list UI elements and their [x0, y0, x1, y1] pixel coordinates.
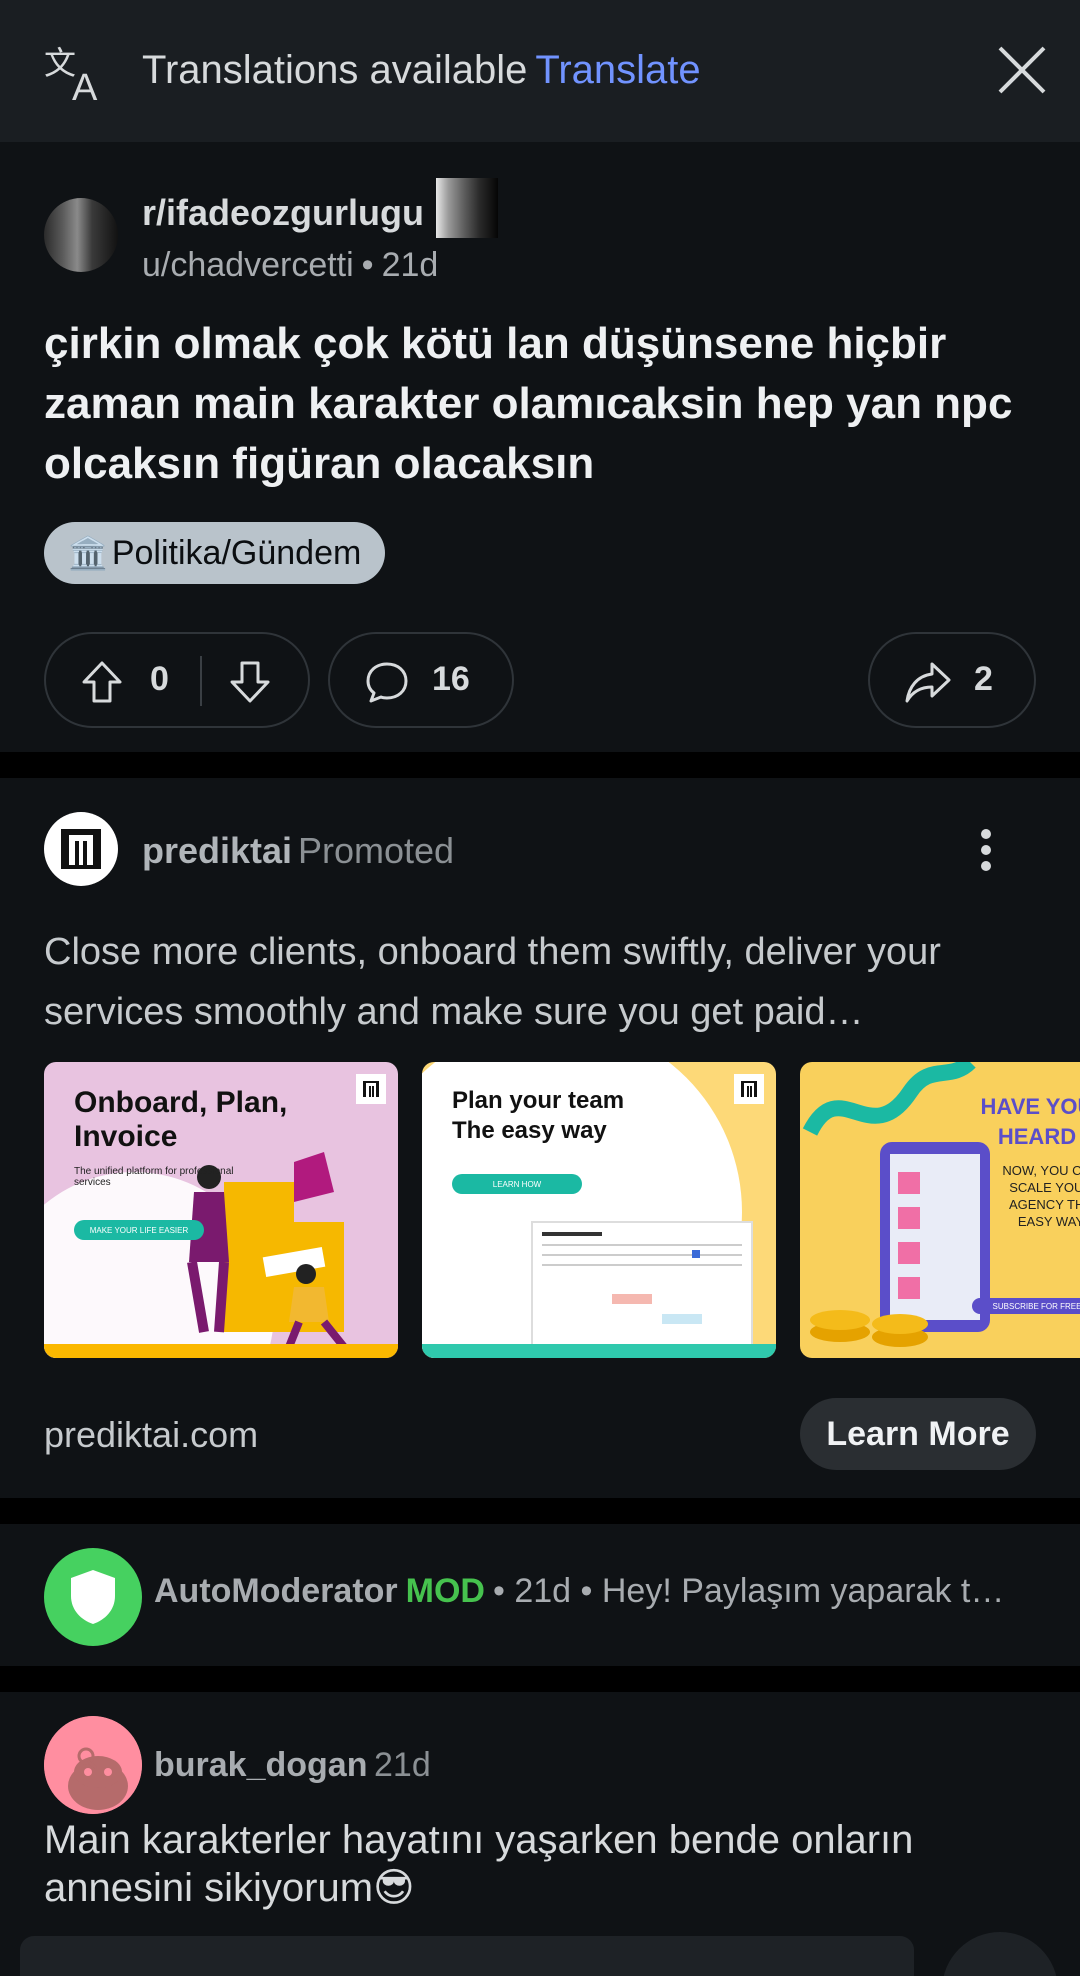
comments-button[interactable]: 16 [328, 632, 514, 728]
post-flair-label: Politika/Gündem [111, 533, 362, 572]
automod-snippet: Hey! Paylaşım yaparak t… [601, 1572, 1005, 1610]
subreddit-avatar[interactable] [44, 198, 118, 272]
share-arrow-icon [905, 662, 951, 703]
subreddit-name[interactable]: r/ifadeozgurlugu [142, 192, 424, 234]
feed-divider [0, 1498, 1080, 1524]
comment-body[interactable]: Main karakterler hayatını yaşarken bende… [44, 1816, 1044, 1912]
advertiser-name[interactable]: prediktai [142, 830, 292, 872]
snoo-avatar-icon [44, 1716, 142, 1814]
automod-age: 21d [514, 1572, 572, 1610]
card-stripe [422, 1344, 776, 1358]
comment-age: 21d [374, 1746, 431, 1784]
card-logo-badge [356, 1074, 386, 1104]
card-cta-button: MAKE YOUR LIFE EASIER [74, 1220, 204, 1240]
card-title: Plan your team The easy way [452, 1087, 625, 1144]
card-stripe [44, 1344, 398, 1358]
card-title: Onboard, Plan, Invoice [74, 1086, 288, 1153]
upvote-icon[interactable] [80, 660, 124, 704]
automod-comment[interactable]: AutoModerator MOD • 21d • Hey! Paylaşım ya… [0, 1524, 1080, 1666]
vote-pill: 0 [44, 632, 310, 728]
comment-card[interactable]: burak_dogan 21d Main karakterler hayatın… [0, 1692, 1080, 1976]
ad-carousel-card[interactable]: HAVE YOU HEARD NOW, YOU CAN SCALE YOUR A… [800, 1062, 1080, 1358]
card-cta-button: LEARN HOW [452, 1174, 582, 1194]
card-subtitle: NOW, YOU CAN SCALE YOUR AGENCY THE EASY … [1002, 1163, 1080, 1229]
shield-icon [71, 1570, 115, 1624]
promoted-ad-card[interactable]: prediktai Promoted Close more clients, o… [0, 778, 1080, 1498]
translation-label: Translations available [142, 48, 528, 92]
automod-username[interactable]: AutoModerator [154, 1572, 398, 1610]
post-card[interactable]: r/ifadeozgurlugu u/chadvercetti • 21d çirk… [0, 142, 1080, 752]
reply-input[interactable] [20, 1936, 914, 1976]
svg-text:A: A [72, 67, 98, 102]
mod-badge: MOD [405, 1572, 485, 1610]
share-button[interactable]: 2 [868, 632, 1036, 728]
card-title: HAVE YOU HEARD [980, 1094, 1080, 1149]
floating-action-button[interactable] [942, 1932, 1058, 1976]
promoted-label: Promoted [298, 830, 455, 871]
classical-building-icon: 🏛️ [68, 535, 108, 571]
vote-divider [200, 656, 202, 706]
post-byline: u/chadvercetti • 21d [142, 246, 438, 285]
translation-banner: 文 A Translations available Translate [0, 0, 1080, 142]
post-flair[interactable]: 🏛️ Politika/Gündem [44, 522, 386, 584]
automod-summary: AutoModerator MOD • 21d • Hey! Paylaşım ya… [154, 1572, 1044, 1611]
ad-image-carousel[interactable]: Onboard, Plan, Invoice The unified platf… [44, 1062, 1080, 1358]
post-author[interactable]: u/chadvercetti [142, 246, 354, 284]
ad-carousel-card[interactable]: Onboard, Plan, Invoice The unified platf… [44, 1062, 398, 1358]
card-subtitle: The unified platform for professional se… [74, 1166, 234, 1188]
automod-avatar[interactable] [44, 1548, 142, 1646]
comment-bubble-icon [366, 662, 408, 703]
separator-dot: • [571, 1572, 602, 1610]
more-options-icon[interactable] [978, 828, 994, 872]
feed-divider [0, 752, 1080, 778]
card-cta-button: SUBSCRIBE FOR FREE [992, 1301, 1080, 1311]
learn-more-button[interactable]: Learn More [800, 1398, 1036, 1470]
card-logo-badge [734, 1074, 764, 1104]
downvote-icon[interactable] [228, 660, 272, 704]
separator-dot: • [361, 246, 374, 284]
comment-count: 16 [432, 660, 470, 698]
ad-domain[interactable]: prediktai.com [44, 1414, 258, 1456]
ad-carousel-card[interactable]: Plan your team The easy way LEARN HOW [422, 1062, 776, 1358]
post-title[interactable]: çirkin olmak çok kötü lan düşünsene hiçb… [44, 314, 1044, 494]
user-avatar[interactable] [44, 1716, 142, 1814]
translate-icon: 文 A [44, 44, 98, 102]
comment-username[interactable]: burak_dogan [154, 1746, 367, 1785]
subreddit-flair-image [436, 178, 498, 238]
vote-count: 0 [150, 660, 169, 698]
ad-body-text[interactable]: Close more clients, onboard them swiftly… [44, 922, 1044, 1044]
feed-divider [0, 1666, 1080, 1692]
share-count: 2 [974, 660, 993, 698]
advertiser-logo[interactable] [44, 812, 118, 886]
separator-dot: • [492, 1572, 515, 1610]
translate-link[interactable]: Translate [535, 48, 700, 92]
close-icon[interactable] [996, 44, 1048, 96]
translation-text: Translations available Translate [142, 48, 701, 93]
post-age: 21d [381, 246, 439, 284]
prediktai-logo-icon [61, 829, 101, 869]
